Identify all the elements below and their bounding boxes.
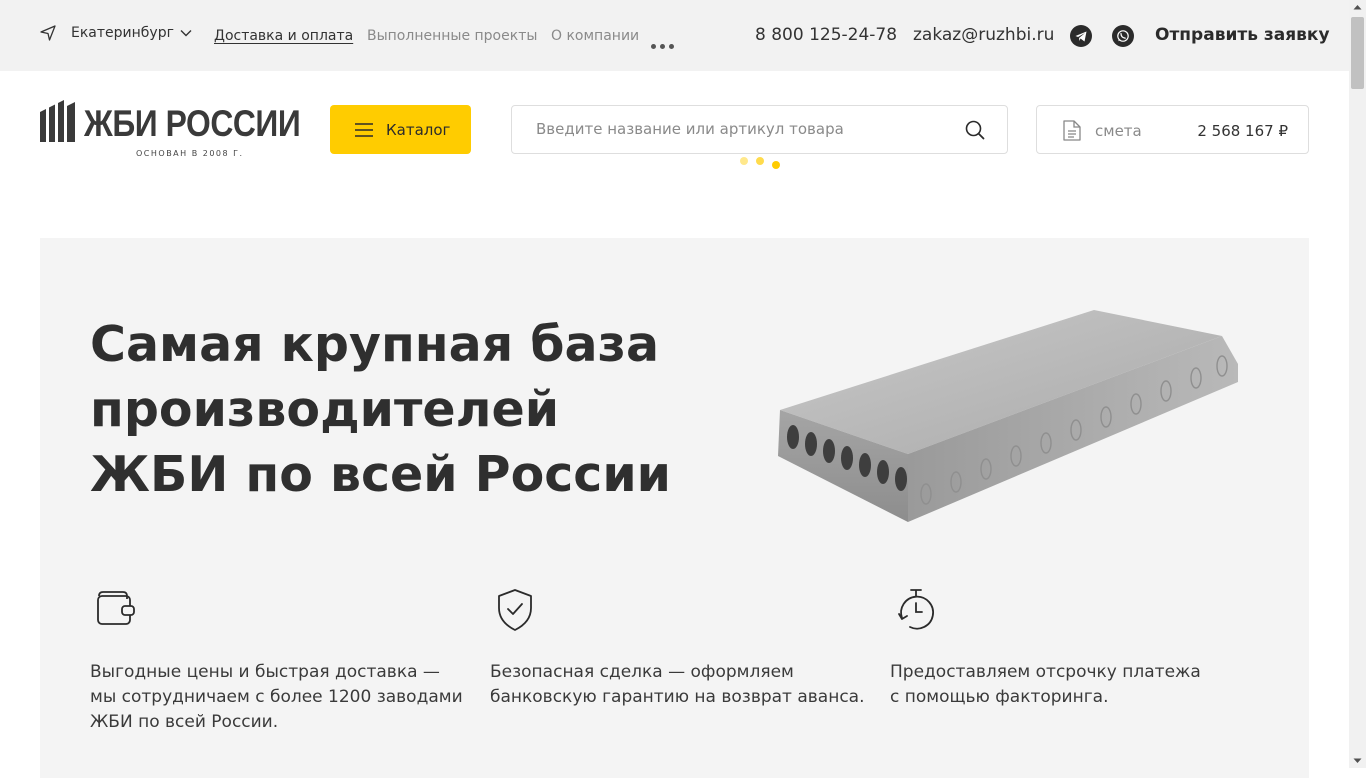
logo-text: ЖБИ РОССИИ: [84, 103, 301, 144]
shield-check-icon: [498, 589, 532, 631]
estimate-label: смета: [1095, 122, 1142, 140]
estimate-widget[interactable]: смета 2 568 167 ₽: [1036, 105, 1309, 154]
nav-completed-projects[interactable]: Выполненные проекты: [367, 28, 537, 44]
catalog-button[interactable]: Каталог: [330, 105, 471, 154]
feature-line: Выгодные цены и быстрая доставка —: [90, 662, 440, 682]
hero-title-line: Самая крупная база: [90, 316, 660, 373]
feature-line: Предоставляем отсрочку платежа: [890, 662, 1201, 682]
send-request-button[interactable]: Отправить заявку: [1155, 25, 1330, 45]
feature-line: мы сотрудничаем с более 1200 заводами: [90, 687, 463, 707]
scroll-down-arrow-icon[interactable]: [1353, 758, 1362, 764]
city-name: Екатеринбург: [71, 25, 174, 41]
logo-mark-icon: [40, 100, 75, 142]
feature-text: Выгодные цены и быстрая доставка — мы со…: [90, 660, 470, 735]
feature-line: с помощью факторинга.: [890, 687, 1109, 707]
catalog-label: Каталог: [386, 120, 451, 139]
feature-line: ЖБИ по всей России.: [90, 712, 279, 732]
telegram-icon[interactable]: [1070, 25, 1092, 47]
location-arrow-icon: [40, 25, 56, 41]
logo-subtitle: ОСНОВАН В 2008 Г.: [136, 149, 244, 158]
menu-icon: [355, 122, 373, 137]
wallet-icon: [97, 591, 135, 625]
email-link[interactable]: zakaz@ruzhbi.ru: [913, 25, 1054, 45]
hero-title-line: производителей: [90, 381, 560, 438]
feature-line: банковскую гарантию на возврат аванса.: [490, 687, 865, 707]
timer-icon: [898, 589, 934, 630]
hero-title: Самая крупная база производителей ЖБИ по…: [90, 312, 710, 507]
scrollbar[interactable]: [1349, 0, 1366, 768]
city-selector[interactable]: Екатеринбург: [40, 25, 207, 41]
whatsapp-icon[interactable]: [1112, 25, 1134, 47]
phone-link[interactable]: 8 800 125-24-78: [755, 25, 897, 45]
feature-line: Безопасная сделка — оформляем: [490, 662, 794, 682]
estimate-total: 2 568 167 ₽: [1197, 122, 1288, 140]
feature-text: Предоставляем отсрочку платежа с помощью…: [890, 660, 1270, 710]
site-logo[interactable]: ЖБИ РОССИИ ОСНОВАН В 2008 Г.: [40, 100, 301, 162]
hero-section: Самая крупная база производителей ЖБИ по…: [40, 238, 1309, 778]
hollow-core-slab-image: [778, 310, 1238, 522]
search-input[interactable]: [536, 120, 946, 138]
scroll-up-arrow-icon[interactable]: [1353, 4, 1362, 10]
top-bar: Екатеринбург Доставка и оплата Выполненн…: [0, 0, 1349, 71]
document-icon: [1063, 120, 1081, 141]
nav-about-company[interactable]: О компании: [551, 28, 639, 44]
search-icon[interactable]: [965, 120, 985, 140]
search-bar: [511, 105, 1008, 154]
scrollbar-thumb[interactable]: [1351, 17, 1364, 89]
chevron-down-icon: [180, 30, 192, 37]
loading-indicator: [740, 157, 784, 171]
feature-text: Безопасная сделка — оформляем банковскую…: [490, 660, 870, 710]
ellipsis-icon[interactable]: [651, 44, 674, 49]
nav-delivery-payment[interactable]: Доставка и оплата: [214, 28, 353, 44]
hero-title-line: ЖБИ по всей России: [90, 446, 671, 503]
